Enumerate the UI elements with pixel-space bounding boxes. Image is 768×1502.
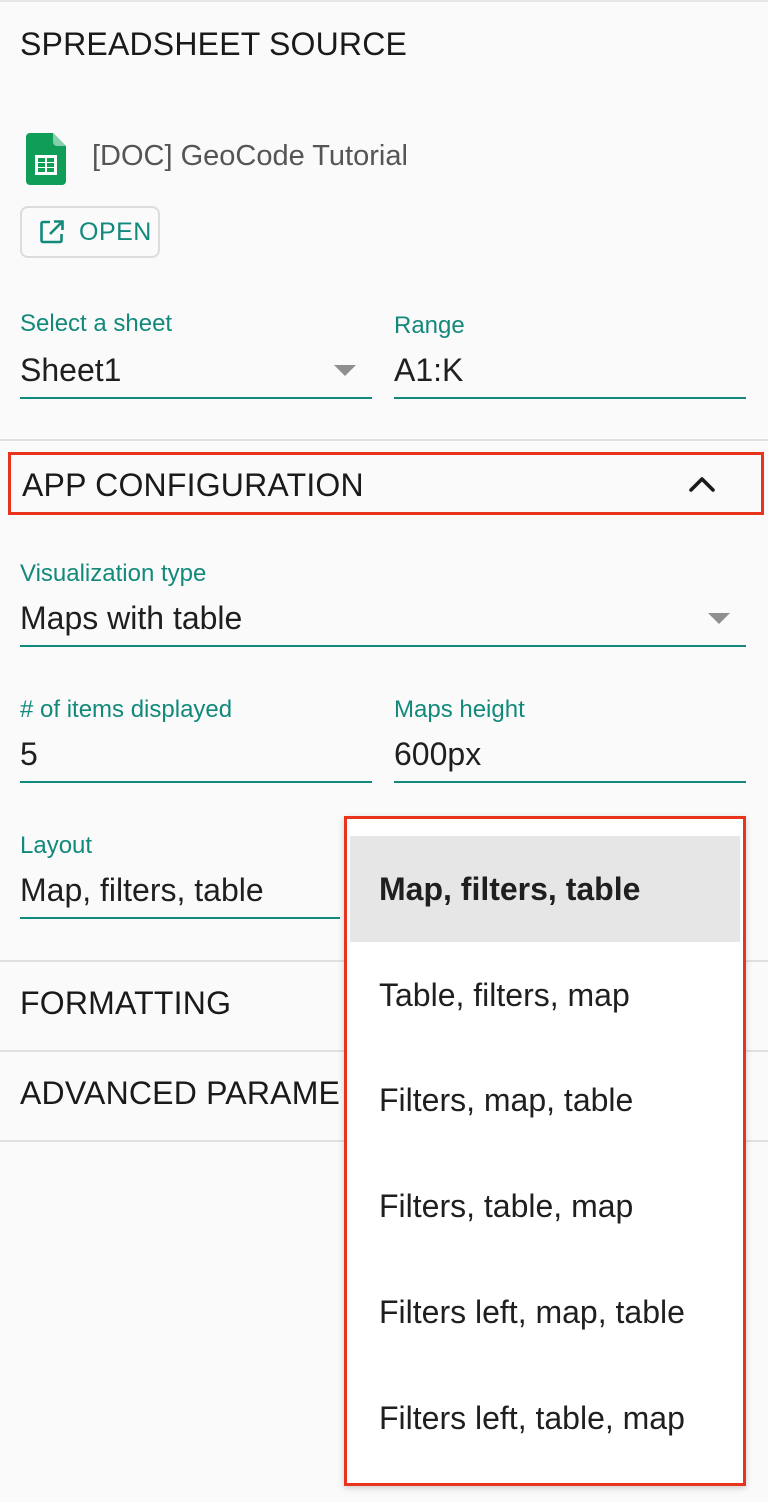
range-input[interactable]: A1:K [394, 345, 746, 399]
sheet-select-label: Select a sheet [20, 310, 173, 337]
visualization-type-select[interactable]: Maps with table [20, 593, 746, 647]
layout-option-filters-table-map[interactable]: Filters, table, map [350, 1153, 740, 1259]
app-configuration-header[interactable]: APP CONFIGURATION [8, 452, 764, 515]
layout-label: Layout [20, 832, 93, 859]
items-displayed-label: # of items displayed [20, 696, 233, 723]
layout-value: Map, filters, table [20, 872, 264, 908]
layout-dropdown-menu: Map, filters, table Table, filters, map … [344, 816, 746, 1486]
visualization-type-label: Visualization type [20, 560, 207, 587]
maps-height-value: 600px [394, 736, 482, 772]
layout-option-filters-left-table-map[interactable]: Filters left, table, map [350, 1365, 740, 1471]
caret-down-icon [334, 365, 356, 376]
maps-height-input[interactable]: 600px [394, 729, 746, 783]
layout-underline [20, 917, 340, 919]
visualization-type-value: Maps with table [20, 600, 243, 636]
advanced-parameters-header[interactable]: ADVANCED PARAME [20, 1075, 340, 1112]
maps-height-underline [394, 781, 746, 783]
open-button[interactable]: OPEN [20, 206, 160, 258]
range-value: A1:K [394, 352, 464, 388]
items-displayed-value: 5 [20, 736, 38, 772]
sheet-select-underline [20, 397, 372, 399]
sheet-select-value: Sheet1 [20, 352, 122, 388]
caret-down-icon [708, 613, 730, 624]
visualization-type-underline [20, 645, 746, 647]
range-underline [394, 397, 746, 399]
layout-option-table-filters-map[interactable]: Table, filters, map [350, 942, 740, 1048]
open-in-new-icon [39, 219, 65, 245]
layout-option-filters-left-map-table[interactable]: Filters left, map, table [350, 1259, 740, 1365]
doc-name[interactable]: [DOC] GeoCode Tutorial [92, 140, 408, 173]
google-sheets-icon [26, 133, 66, 185]
spreadsheet-source-title: SPREADSHEET SOURCE [20, 26, 408, 62]
layout-select[interactable]: Map, filters, table [20, 865, 350, 919]
open-button-label: OPEN [79, 217, 152, 246]
chevron-up-icon[interactable] [688, 474, 716, 494]
layout-option-filters-map-table[interactable]: Filters, map, table [350, 1047, 740, 1153]
layout-option-map-filters-table[interactable]: Map, filters, table [350, 836, 740, 942]
app-configuration-title: APP CONFIGURATION [22, 467, 364, 503]
maps-height-label: Maps height [394, 696, 525, 723]
formatting-header[interactable]: FORMATTING [20, 985, 231, 1022]
top-border [0, 0, 768, 2]
range-label: Range [394, 312, 465, 339]
items-displayed-underline [20, 781, 372, 783]
items-displayed-input[interactable]: 5 [20, 729, 372, 783]
sheet-select[interactable]: Sheet1 [20, 345, 372, 399]
section-divider [0, 439, 768, 441]
